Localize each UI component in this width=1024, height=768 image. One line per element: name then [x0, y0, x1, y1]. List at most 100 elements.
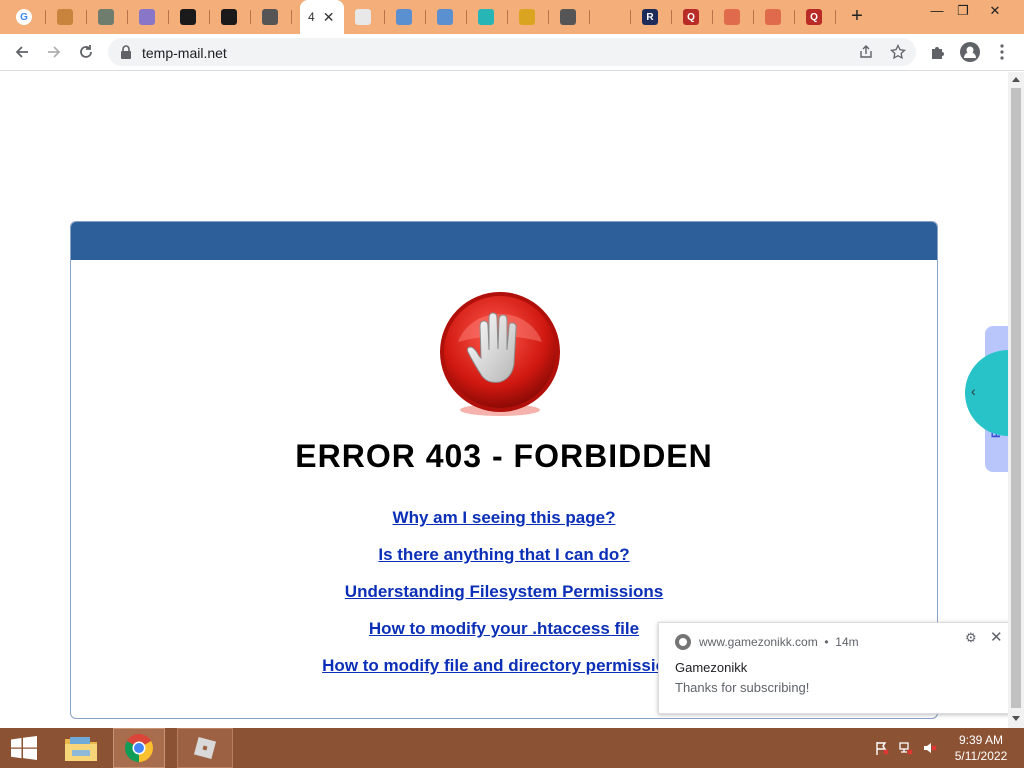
quora-icon: Q	[683, 9, 699, 25]
new-tab-button[interactable]: +	[846, 5, 868, 27]
profile-button[interactable]	[956, 38, 984, 66]
push-notification[interactable]: www.gamezonikk.com • 14m ⚙ ✕ Gamezonikk …	[658, 622, 1008, 714]
tab[interactable]	[427, 4, 467, 30]
link-why-seeing-page[interactable]: Why am I seeing this page?	[71, 508, 937, 545]
chrome-taskbar-button[interactable]	[113, 728, 165, 768]
clock-time: 9:39 AM	[958, 733, 1004, 747]
tab-strip: GRQQ 4 ✕ + — ❐ ✕	[0, 0, 1024, 34]
blank-icon	[601, 9, 617, 25]
rainbow-icon	[355, 9, 371, 25]
file-explorer-button[interactable]	[60, 728, 102, 768]
notification-body: Thanks for subscribing!	[675, 680, 810, 695]
cookie-icon	[57, 9, 73, 25]
tab[interactable]: Q	[796, 4, 836, 30]
address-text[interactable]: temp-mail.net	[142, 45, 227, 61]
close-window-button[interactable]: ✕	[978, 0, 1012, 22]
roblox-icon	[262, 9, 278, 25]
share-icon[interactable]	[858, 44, 874, 60]
tab-separator	[630, 10, 631, 24]
link-anything-i-can-do[interactable]: Is there anything that I can do?	[71, 545, 937, 582]
scroll-down-arrow-icon[interactable]	[1012, 716, 1020, 721]
tab-active[interactable]: 4 ✕	[300, 0, 344, 34]
notification-close-icon[interactable]: ✕	[990, 628, 1003, 646]
windows-taskbar: 9:39 AM 5/11/2022	[0, 728, 1024, 768]
error-panel-header	[71, 222, 937, 260]
back-arrow-icon	[15, 46, 28, 58]
tab-separator	[712, 10, 713, 24]
address-bar[interactable]: temp-mail.net	[108, 38, 916, 66]
notification-title: Gamezonikk	[675, 660, 748, 675]
tools-icon	[98, 9, 114, 25]
windows-logo-icon	[11, 736, 37, 760]
system-clock[interactable]: 9:39 AM 5/11/2022	[946, 732, 1016, 764]
tab[interactable]	[755, 4, 795, 30]
chrome-gray-icon	[560, 9, 576, 25]
green-cog-icon	[221, 9, 237, 25]
chrome-notification-icon	[675, 634, 691, 650]
tab[interactable]	[252, 4, 292, 30]
back-button[interactable]	[8, 38, 36, 66]
tab-separator	[548, 10, 549, 24]
tab[interactable]: R	[632, 4, 672, 30]
roblox-taskbar-button[interactable]	[177, 728, 233, 768]
tab-separator	[45, 10, 46, 24]
tab[interactable]: G	[6, 4, 46, 30]
stop-hand-icon	[440, 292, 560, 416]
bookmark-star-icon[interactable]	[890, 44, 906, 60]
close-tab-icon[interactable]: ✕	[323, 9, 335, 26]
tab[interactable]	[509, 4, 549, 30]
scrollbar-thumb[interactable]	[1011, 88, 1021, 708]
volume-muted-icon[interactable]	[922, 740, 938, 756]
profile-avatar-icon	[960, 42, 980, 62]
green-cog-icon	[180, 9, 196, 25]
page-scrollbar[interactable]	[1008, 72, 1024, 728]
folder-icon	[65, 737, 97, 761]
tab-separator	[589, 10, 590, 24]
link-filesystem-permissions[interactable]: Understanding Filesystem Permissions	[71, 582, 937, 619]
tab[interactable]	[386, 4, 426, 30]
reload-icon	[80, 45, 92, 58]
extensions-button[interactable]	[924, 38, 952, 66]
side-expand-button[interactable]: ‹	[965, 350, 1008, 436]
page-viewport: ERROR 403 - FORBIDDEN Why am I seeing th…	[0, 72, 1008, 728]
network-icon[interactable]	[898, 740, 914, 756]
tab[interactable]	[550, 4, 590, 30]
tab[interactable]	[468, 4, 508, 30]
teal-face-icon	[478, 9, 494, 25]
quora-icon: Q	[806, 9, 822, 25]
notification-settings-icon[interactable]: ⚙	[965, 630, 977, 646]
active-tab-title: 4	[308, 10, 315, 24]
browser-toolbar: temp-mail.net	[0, 34, 1024, 71]
tab[interactable]	[129, 4, 169, 30]
tab[interactable]	[211, 4, 251, 30]
tab-separator	[794, 10, 795, 24]
tab-separator	[671, 10, 672, 24]
tab[interactable]	[88, 4, 128, 30]
tab[interactable]	[591, 4, 631, 30]
action-center-flag-icon[interactable]	[874, 740, 890, 756]
tab-separator	[835, 10, 836, 24]
roblox-logo-icon	[193, 736, 217, 760]
google-icon: G	[16, 9, 32, 25]
forward-button[interactable]	[40, 38, 68, 66]
tab[interactable]	[345, 4, 385, 30]
start-button[interactable]	[6, 728, 42, 768]
notification-age: 14m	[835, 635, 859, 649]
tab-separator	[466, 10, 467, 24]
chevron-left-icon: ‹	[971, 383, 976, 399]
tab-separator	[168, 10, 169, 24]
kebab-menu-icon	[1000, 44, 1004, 60]
tab[interactable]	[714, 4, 754, 30]
reload-button[interactable]	[72, 38, 100, 66]
menu-button[interactable]	[988, 38, 1016, 66]
restore-button[interactable]: ❐	[946, 0, 980, 22]
notification-origin: www.gamezonikk.com • 14m	[699, 635, 859, 649]
notification-origin-domain: www.gamezonikk.com	[699, 635, 818, 649]
tab[interactable]: Q	[673, 4, 713, 30]
scroll-up-arrow-icon[interactable]	[1012, 77, 1020, 82]
hexagon-icon	[437, 9, 453, 25]
tab[interactable]	[47, 4, 87, 30]
tab[interactable]	[170, 4, 210, 30]
app-icon	[139, 9, 155, 25]
lock-icon[interactable]	[120, 45, 132, 59]
